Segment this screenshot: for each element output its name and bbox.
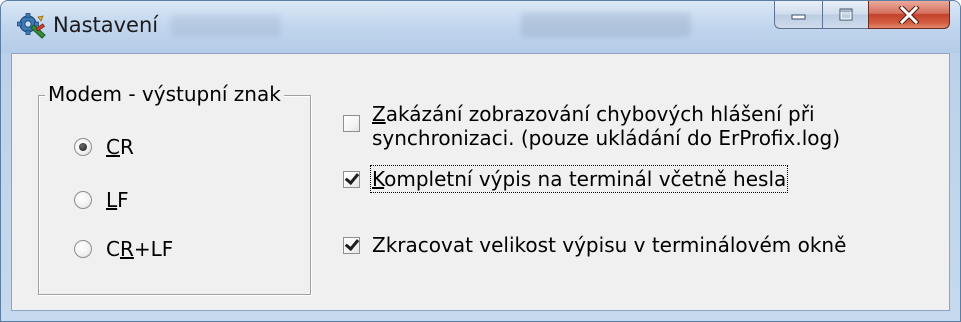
modem-group-title: Modem - výstupní znak bbox=[45, 82, 284, 106]
minimize-icon bbox=[791, 14, 805, 19]
checkbox[interactable] bbox=[343, 115, 360, 132]
close-icon bbox=[898, 5, 920, 24]
checkbox-label: Zkracovat velikost výpisu v terminálovém… bbox=[372, 233, 847, 257]
radio-label: LF bbox=[106, 188, 129, 212]
background-blur bbox=[171, 15, 281, 37]
dialog-client-area: Modem - výstupní znak CR LF CR+LF Zakázá… bbox=[11, 53, 950, 311]
window-title: Nastavení bbox=[53, 13, 159, 37]
radio-option-lf[interactable]: LF bbox=[74, 187, 129, 213]
maximize-button[interactable] bbox=[822, 1, 868, 29]
close-button[interactable] bbox=[868, 1, 950, 29]
disable-error-messages-option[interactable]: Zakázání zobrazování chybových hlášení p… bbox=[343, 102, 840, 150]
background-blur bbox=[521, 13, 691, 37]
radio-button[interactable] bbox=[74, 138, 92, 156]
checkbox-label: Kompletní výpis na terminál včetně hesla bbox=[369, 165, 789, 193]
checkbox[interactable] bbox=[343, 237, 360, 254]
radio-label: CR+LF bbox=[106, 237, 174, 261]
checkbox[interactable] bbox=[343, 171, 360, 188]
radio-button[interactable] bbox=[74, 240, 92, 258]
radio-option-cr[interactable]: CR bbox=[74, 134, 134, 160]
radio-button[interactable] bbox=[74, 191, 92, 209]
title-bar[interactable]: Nastavení bbox=[1, 1, 960, 53]
minimize-button[interactable] bbox=[774, 1, 822, 29]
settings-window: Nastavení Modem - výstupní znak CR LF CR… bbox=[0, 0, 961, 322]
checkbox-label: Zakázání zobrazování chybových hlášení p… bbox=[372, 102, 841, 150]
radio-option-crlf[interactable]: CR+LF bbox=[74, 236, 173, 262]
full-terminal-output-option[interactable]: Kompletní výpis na terminál včetně hesla bbox=[343, 165, 789, 193]
radio-label: CR bbox=[106, 135, 134, 159]
maximize-icon bbox=[839, 8, 852, 20]
caption-buttons bbox=[774, 1, 950, 29]
gear-wrench-icon bbox=[17, 13, 46, 39]
shorten-output-option[interactable]: Zkracovat velikost výpisu v terminálovém… bbox=[343, 233, 846, 257]
